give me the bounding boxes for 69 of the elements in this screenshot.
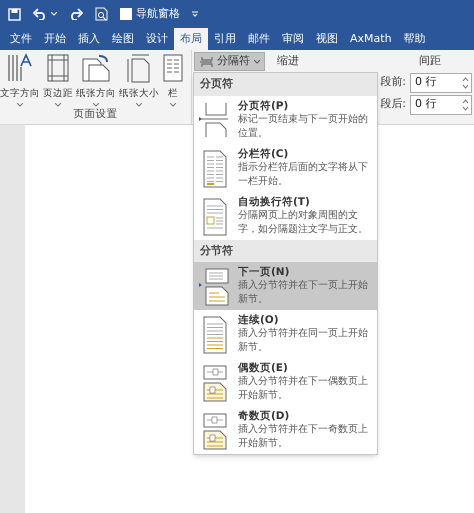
menu-item-description: 插入分节符并在下一偶数页上开始新节。 (238, 375, 369, 403)
undo-icon[interactable] (33, 8, 47, 20)
menu-item-title: 分页符(P) (238, 98, 290, 112)
spinner-arrows-icon[interactable] (462, 98, 469, 112)
menu-item[interactable]: 偶数页(E) 插入分节符并在下一偶数页上开始新节。 (194, 358, 377, 406)
menu-section-header: 分节符 (194, 240, 377, 262)
ribbon-tab[interactable]: 开始 (38, 28, 72, 50)
menu-item-description: 插入分节符并在下一页上开始新节。 (238, 279, 369, 307)
ribbon-tab[interactable]: 审阅 (276, 28, 310, 50)
caret-icon[interactable] (55, 103, 61, 107)
menu-item-title: 下一页(N) (238, 265, 290, 279)
margins-icon (46, 53, 70, 83)
redo-icon[interactable] (69, 8, 83, 20)
menu-item-title: 连续(O) (238, 313, 280, 327)
menu-item-description: 分隔网页上的对象周围的文字，如分隔题注文字与正文。 (238, 208, 369, 236)
checkbox[interactable] (120, 8, 132, 20)
spacing-label: 段前: (380, 74, 406, 90)
columns-icon (162, 53, 184, 83)
menu-item-description: 插入分节符并在下一奇数页上开始新节。 (238, 423, 369, 451)
spinner-arrows-icon[interactable] (462, 76, 469, 90)
caret-icon[interactable] (17, 103, 23, 107)
ribbon-tab[interactable]: AxMath (344, 28, 398, 50)
ribbon-tab[interactable]: 插入 (72, 28, 106, 50)
print-preview-icon[interactable] (95, 7, 108, 21)
menu-item[interactable]: 分页符(P) 标记一页结束与下一页开始的位置。 (194, 96, 377, 144)
spacing-field[interactable]: 0 行 (410, 72, 472, 92)
ribbon-tab[interactable]: 引用 (208, 28, 242, 50)
save-icon[interactable] (8, 8, 21, 20)
group-label: 页面设置 (74, 107, 118, 122)
ribbon-button[interactable]: 纸张大小 (119, 53, 159, 107)
menu-section-header: 分页符 (194, 73, 377, 96)
menu-item-title: 自动换行符(T) (238, 194, 311, 208)
ribbon-button[interactable]: 文字方向 (0, 53, 40, 107)
ribbon-tab[interactable]: 帮助 (398, 28, 432, 50)
menu-item-description: 插入分节符并在同一页上开始新节。 (238, 327, 369, 355)
menu-item-title: 偶数页(E) (238, 361, 289, 375)
caret-icon[interactable] (254, 60, 260, 64)
spacing-field[interactable]: 0 行 (410, 94, 472, 114)
indent-label: 缩进 (277, 53, 299, 69)
ribbon-button[interactable]: 栏 (162, 53, 184, 107)
ribbon-tab[interactable]: 邮件 (242, 28, 276, 50)
text-direction-icon (6, 53, 34, 83)
paper-size-icon (126, 53, 152, 83)
menu-item-description: 标记一页结束与下一页开始的位置。 (238, 112, 369, 140)
breaks-icon[interactable] (199, 56, 213, 68)
ribbon-tab[interactable]: 设计 (140, 28, 174, 50)
ribbon-tab[interactable]: 文件 (4, 28, 38, 50)
caret-icon[interactable] (93, 103, 99, 107)
menu-item[interactable]: 下一页(N) 插入分节符并在下一页上开始新节。 (194, 262, 377, 310)
orientation-icon (81, 53, 111, 83)
caret-icon[interactable] (136, 103, 142, 107)
menu-item[interactable]: 连续(O) 插入分节符并在同一页上开始新节。 (194, 310, 377, 358)
menu-item-title: 分栏符(C) (238, 146, 290, 160)
customize-icon[interactable] (192, 11, 198, 17)
spacing-heading: 间距 (419, 53, 441, 69)
spacing-label: 段后: (380, 96, 406, 112)
caret-icon[interactable] (170, 103, 176, 107)
ribbon-button[interactable]: 纸张方向 (76, 53, 116, 107)
ribbon-tab[interactable]: 布局 (174, 28, 208, 50)
breaks-button[interactable]: 分隔符 (194, 52, 265, 71)
ribbon-tab[interactable]: 绘图 (106, 28, 140, 50)
menu-item[interactable]: 自动换行符(T) 分隔网页上的对象周围的文字，如分隔题注文字与正文。 (194, 192, 377, 240)
menu-item-description: 指示分栏符后面的文字将从下一栏开始。 (238, 160, 369, 188)
ribbon-button[interactable]: 页边距 (43, 53, 73, 107)
menu-item-title: 奇数页(D) (238, 409, 290, 423)
checkbox-label: 导航窗格 (136, 6, 180, 22)
menu-item[interactable]: 奇数页(D) 插入分节符并在下一奇数页上开始新节。 (194, 406, 377, 454)
ribbon-tab[interactable]: 视图 (310, 28, 344, 50)
menu-item[interactable]: 分栏符(C) 指示分栏符后面的文字将从下一栏开始。 (194, 144, 377, 192)
